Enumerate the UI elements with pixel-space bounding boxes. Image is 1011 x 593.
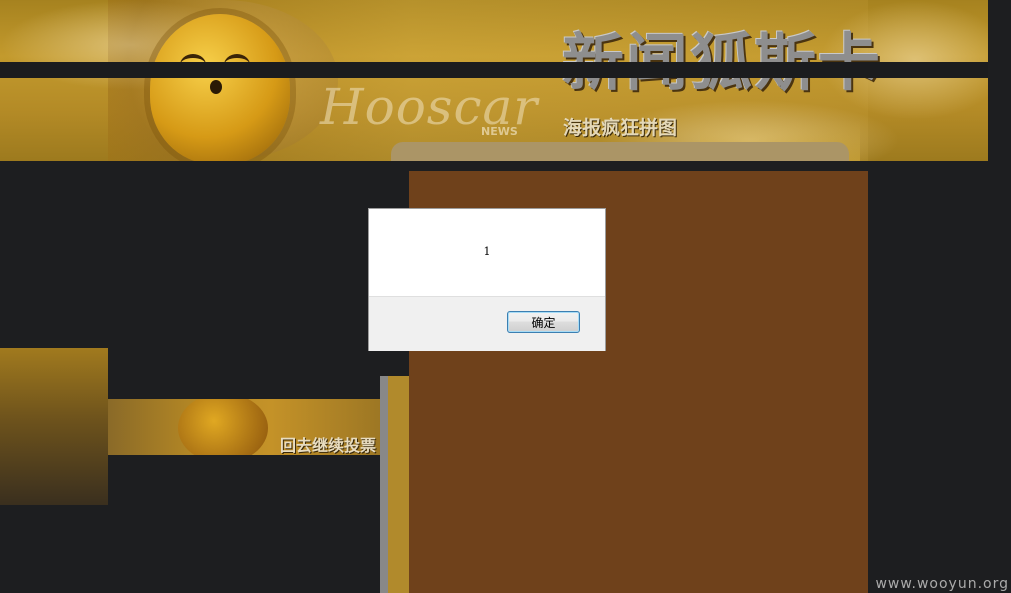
dialog-message-area: 1 bbox=[369, 209, 605, 296]
back-to-vote-link[interactable]: 回去继续投票 bbox=[280, 432, 376, 455]
page-title: 新闻狐斯卡 bbox=[562, 12, 882, 102]
page-subtitle: 海报疯狂拼图 bbox=[563, 117, 678, 139]
accent-strip bbox=[388, 376, 409, 593]
left-image bbox=[0, 348, 108, 505]
divider-strip bbox=[380, 376, 388, 593]
dialog-message: 1 bbox=[483, 245, 491, 258]
header-nav-tab bbox=[391, 142, 849, 161]
mascot-icon bbox=[178, 399, 268, 455]
mascot-nose bbox=[210, 80, 222, 94]
alert-dialog: 1 确定 bbox=[368, 208, 606, 351]
ok-button[interactable]: 确定 bbox=[507, 311, 580, 333]
watermark: www.wooyun.org bbox=[875, 576, 1009, 592]
header-banner: Hooscar NEWS 新闻狐斯卡 海报疯狂拼图 bbox=[0, 0, 988, 161]
right-margin bbox=[988, 0, 1011, 593]
logo-sub: NEWS bbox=[481, 125, 518, 138]
mascot-icon bbox=[150, 14, 290, 161]
header-dark-bar bbox=[0, 62, 988, 78]
back-to-vote-banner[interactable]: 回去继续投票 bbox=[108, 399, 380, 455]
dialog-button-area: 确定 bbox=[369, 296, 605, 351]
